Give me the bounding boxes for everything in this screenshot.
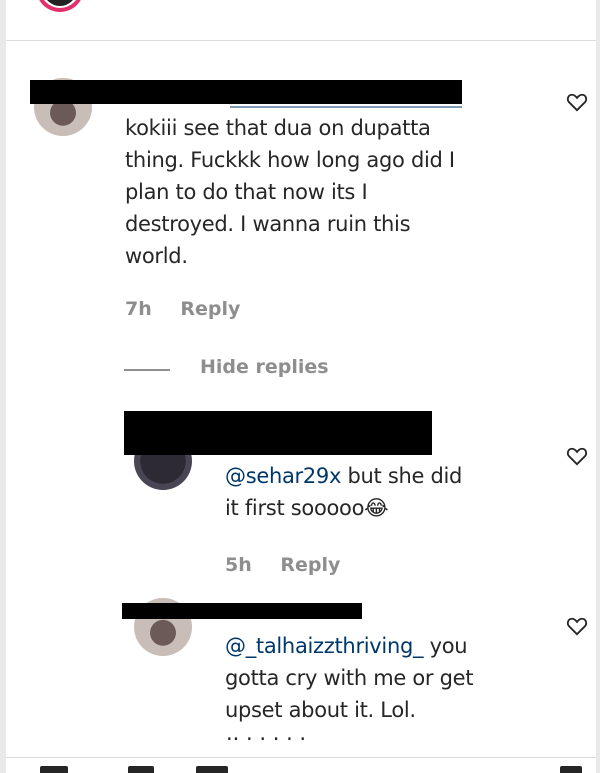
reply-button[interactable]: Reply	[280, 554, 340, 576]
truncated-text: ·· · · · · ·	[226, 734, 376, 740]
save-icon[interactable]	[560, 766, 582, 773]
divider	[6, 757, 596, 758]
like-icon[interactable]	[40, 766, 68, 773]
divider	[6, 40, 596, 41]
mention-link[interactable]: @_talhaizzthriving_	[225, 634, 424, 658]
like-heart-icon[interactable]	[566, 92, 588, 112]
reply-meta: 5h Reply	[225, 554, 362, 576]
like-heart-icon[interactable]	[566, 616, 588, 636]
reply-text: @_talhaizzthriving_ you gotta cry with m…	[225, 634, 474, 722]
username-underline	[230, 96, 462, 108]
like-heart-icon[interactable]	[566, 446, 588, 466]
redacted-username	[122, 603, 362, 619]
hide-replies-line	[124, 369, 170, 371]
share-icon[interactable]	[196, 766, 228, 773]
reply-time: 5h	[225, 554, 252, 576]
reply-button[interactable]: Reply	[180, 298, 240, 320]
comment-time: 7h	[125, 298, 152, 320]
comment-text: kokiii see that dua on dupatta thing. Fu…	[125, 116, 455, 268]
hide-replies-button[interactable]: Hide replies	[200, 356, 329, 378]
window-frame-left	[0, 0, 6, 773]
comment-meta: 7h Reply	[125, 298, 262, 320]
mention-link[interactable]: @sehar29x	[225, 464, 341, 488]
comment-icon[interactable]	[128, 766, 154, 773]
redacted-username	[124, 411, 432, 455]
window-frame-right	[596, 0, 600, 773]
laughing-emoji-icon: 😂	[364, 496, 389, 520]
reply-text: @sehar29x but she did it first sooooo😂	[225, 464, 463, 520]
